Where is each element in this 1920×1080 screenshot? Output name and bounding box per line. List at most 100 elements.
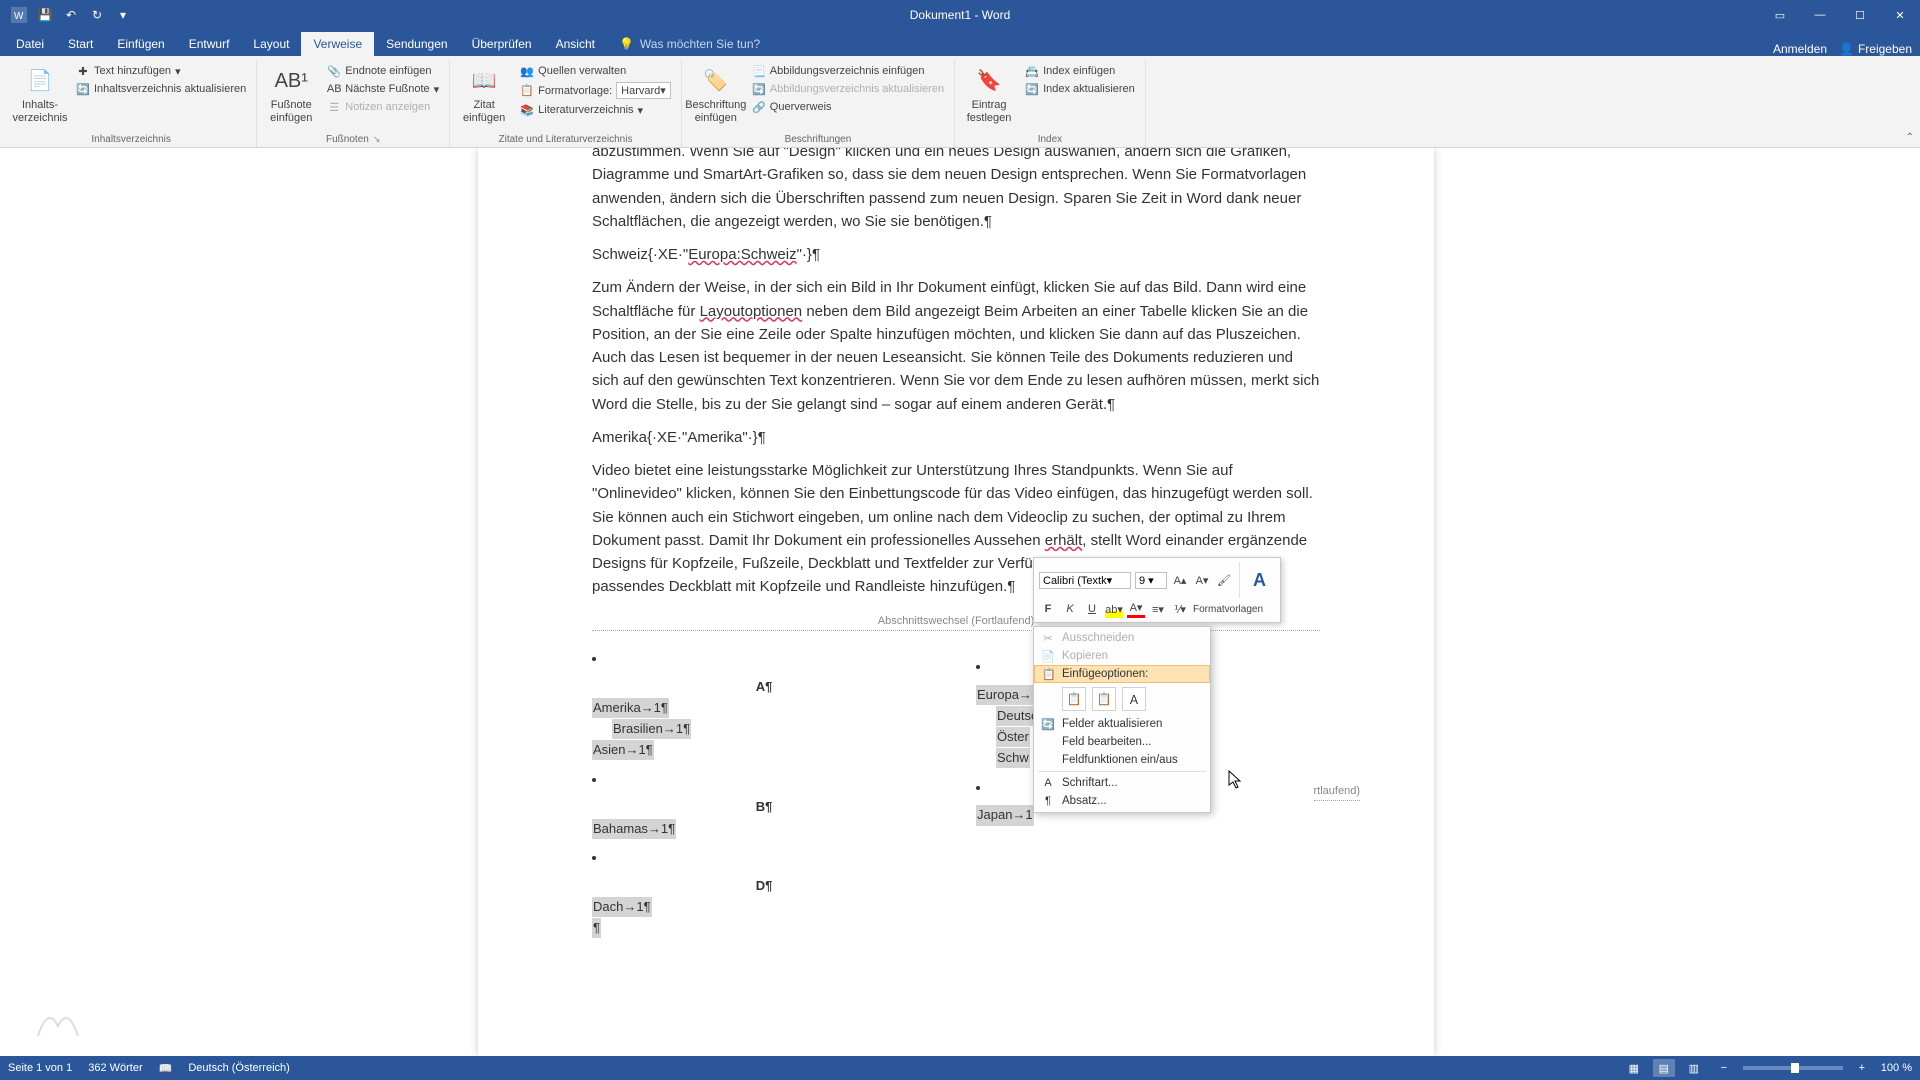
index-entry[interactable]: Dach→1¶	[592, 897, 652, 917]
tab-entwurf[interactable]: Entwurf	[177, 32, 242, 56]
underline-button[interactable]: U	[1083, 600, 1101, 618]
show-notes-icon: ☰	[327, 100, 341, 114]
footnotes-dialog-launcher[interactable]: ↘	[373, 134, 381, 144]
share-button[interactable]: 👤Freigeben	[1839, 42, 1912, 56]
tab-sendungen[interactable]: Sendungen	[374, 32, 459, 56]
view-read-icon[interactable]: ▦	[1623, 1059, 1645, 1077]
collapse-ribbon-icon[interactable]: ⌃	[1906, 132, 1914, 143]
body-paragraph[interactable]: abzustimmen. Wenn Sie auf "Design" klick…	[592, 148, 1320, 233]
index-entry[interactable]: Asien→1¶	[592, 740, 654, 760]
sign-in-link[interactable]: Anmelden	[1773, 42, 1827, 56]
grow-font-icon[interactable]: A▴	[1171, 571, 1189, 589]
index-entry[interactable]: Bahamas→1¶	[592, 819, 676, 839]
body-paragraph[interactable]: Zum Ändern der Weise, in der sich ein Bi…	[592, 276, 1320, 416]
index-field-amerika[interactable]: Amerika{·XE·"Amerika"·}¶	[592, 426, 1320, 449]
format-painter-icon[interactable]: 🖌	[1215, 571, 1233, 589]
bullets-button[interactable]: ≡▾	[1149, 600, 1167, 618]
status-proofing-icon[interactable]: 📖	[159, 1062, 173, 1075]
bibliography-button[interactable]: 📚Literaturverzeichnis ▾	[516, 102, 675, 118]
minimize-button[interactable]: —	[1800, 0, 1840, 30]
tab-ueberpruefen[interactable]: Überprüfen	[460, 32, 544, 56]
qat-undo[interactable]: ↶	[60, 4, 82, 26]
tab-verweise[interactable]: Verweise	[301, 32, 374, 56]
mouse-cursor	[1228, 770, 1244, 793]
index-entry[interactable]: Brasilien→1¶	[612, 719, 691, 739]
index-entry[interactable]: Schw	[996, 748, 1030, 768]
status-words[interactable]: 362 Wörter	[88, 1062, 142, 1074]
mini-size-combo[interactable]: 9 ▾	[1135, 572, 1167, 589]
status-page[interactable]: Seite 1 von 1	[8, 1062, 72, 1074]
insert-figurelist-button[interactable]: 📃Abbildungsverzeichnis einfügen	[748, 63, 948, 79]
index-column-1[interactable]: A¶ Amerika→1¶ Brasilien→1¶ Asien→1¶ B¶ B…	[592, 649, 936, 940]
index-letter-d[interactable]: D¶	[755, 876, 774, 896]
ribbon-display-icon[interactable]: ▭	[1760, 0, 1800, 30]
tab-layout[interactable]: Layout	[241, 32, 301, 56]
citation-style-combo[interactable]: 📋Formatvorlage: Harvard ▾	[516, 81, 675, 100]
add-text-button[interactable]: ✚Text hinzufügen ▾	[72, 63, 250, 79]
next-footnote-icon: AB	[327, 82, 341, 96]
zoom-slider[interactable]	[1743, 1066, 1843, 1070]
status-language[interactable]: Deutsch (Österreich)	[188, 1062, 289, 1074]
toc-button[interactable]: 📄 Inhalts- verzeichnis	[12, 63, 68, 125]
font-color-button[interactable]: A▾	[1127, 600, 1145, 618]
index-field-schweiz[interactable]: Schweiz{·XE·"Europa:Schweiz"·}¶	[592, 243, 1320, 266]
highlight-button[interactable]: ab▾	[1105, 600, 1123, 618]
zoom-level[interactable]: 100 %	[1881, 1062, 1912, 1074]
update-toc-button[interactable]: 🔄Inhaltsverzeichnis aktualisieren	[72, 81, 250, 97]
bold-button[interactable]: F	[1039, 600, 1057, 618]
view-web-icon[interactable]: ▥	[1683, 1059, 1705, 1077]
index-entry[interactable]: Öster	[996, 727, 1030, 747]
svg-text:W: W	[14, 11, 24, 22]
paste-keep-source-icon[interactable]: 📋	[1062, 687, 1086, 711]
ctx-toggle-field-codes[interactable]: Feldfunktionen ein/aus	[1034, 751, 1210, 769]
insert-endnote-button[interactable]: 📎Endnote einfügen	[323, 63, 443, 79]
mini-font-combo[interactable]: Calibri (Textk▾	[1039, 572, 1131, 589]
zoom-out-button[interactable]: −	[1713, 1059, 1735, 1077]
styles-button[interactable]: A	[1239, 562, 1275, 598]
index-entry[interactable]: ¶	[592, 918, 601, 938]
close-button[interactable]: ✕	[1880, 0, 1920, 30]
ctx-font[interactable]: ASchriftart...	[1034, 774, 1210, 792]
manage-sources-button[interactable]: 👥Quellen verwalten	[516, 63, 675, 79]
toc-icon: 📄	[24, 65, 56, 97]
tell-me-search[interactable]: 💡 Was möchten Sie tun?	[607, 32, 772, 56]
qat-save[interactable]: 💾	[34, 4, 56, 26]
insert-index-button[interactable]: 📇Index einfügen	[1021, 63, 1139, 79]
index-letter-b[interactable]: B¶	[755, 797, 774, 817]
style-icon: 📋	[520, 84, 534, 98]
ctx-paste-row: 📋 📋 Ａ	[1034, 683, 1210, 715]
update-index-button[interactable]: 🔄Index aktualisieren	[1021, 81, 1139, 97]
paste-text-only-icon[interactable]: Ａ	[1122, 687, 1146, 711]
ctx-edit-field[interactable]: Feld bearbeiten...	[1034, 733, 1210, 751]
shrink-font-icon[interactable]: A▾	[1193, 571, 1211, 589]
index-letter-a[interactable]: A¶	[755, 677, 774, 697]
crossref-button[interactable]: 🔗Querverweis	[748, 99, 948, 115]
qat-redo[interactable]: ↻	[86, 4, 108, 26]
tab-ansicht[interactable]: Ansicht	[544, 32, 607, 56]
mark-entry-button[interactable]: 🔖 Eintrag festlegen	[961, 63, 1017, 125]
zoom-in-button[interactable]: +	[1851, 1059, 1873, 1077]
copy-icon: 📄	[1040, 648, 1056, 664]
insert-citation-button[interactable]: 📖 Zitat einfügen	[456, 63, 512, 125]
paste-merge-icon[interactable]: 📋	[1092, 687, 1116, 711]
ctx-paragraph[interactable]: ¶Absatz...	[1034, 792, 1210, 810]
mark-entry-icon: 🔖	[973, 65, 1005, 97]
ctx-update-fields[interactable]: 🔄Felder aktualisieren	[1034, 715, 1210, 733]
ctx-separator	[1038, 771, 1206, 772]
tab-start[interactable]: Start	[56, 32, 105, 56]
index-entry[interactable]: Amerika→1¶	[592, 698, 669, 718]
tab-file[interactable]: Datei	[4, 32, 56, 56]
index-entry[interactable]: Japan→1	[976, 805, 1034, 825]
index-entry[interactable]: Europa→	[976, 685, 1033, 705]
tab-einfuegen[interactable]: Einfügen	[105, 32, 176, 56]
maximize-button[interactable]: ☐	[1840, 0, 1880, 30]
styles-label[interactable]: Formatvorlagen	[1193, 604, 1263, 615]
insert-caption-button[interactable]: 🏷️ Beschriftung einfügen	[688, 63, 744, 125]
qat-customize[interactable]: ▾	[112, 4, 134, 26]
numbering-button[interactable]: ⅟▾	[1171, 600, 1189, 618]
next-footnote-button[interactable]: ABNächste Fußnote ▾	[323, 81, 443, 97]
italic-button[interactable]: K	[1061, 600, 1079, 618]
view-print-icon[interactable]: ▤	[1653, 1059, 1675, 1077]
insert-footnote-button[interactable]: AB¹ Fußnote einfügen	[263, 63, 319, 125]
document-area[interactable]: abzustimmen. Wenn Sie auf "Design" klick…	[0, 148, 1920, 1056]
